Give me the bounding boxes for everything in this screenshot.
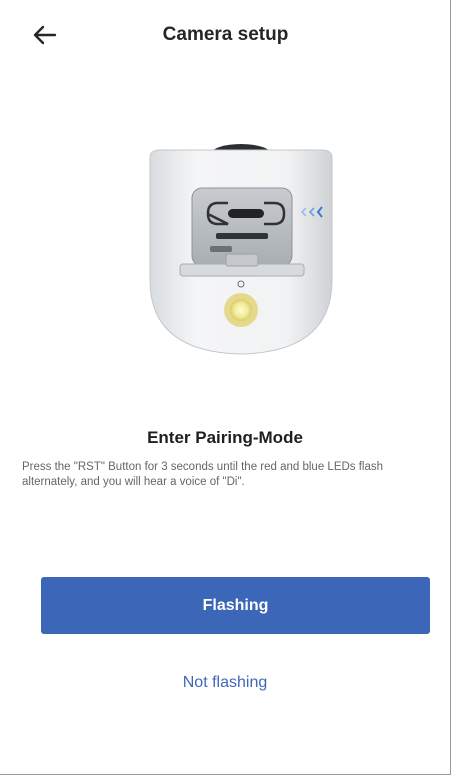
page-title: Camera setup xyxy=(162,24,289,45)
app-header: Camera setup xyxy=(0,0,451,70)
pairing-mode-heading: Enter Pairing-Mode xyxy=(147,428,303,447)
camera-device-illustration xyxy=(149,144,333,355)
not-flashing-link[interactable]: Not flashing xyxy=(0,674,450,692)
camera-setup-screen: Camera setup Enter Pairing-Mode Press th… xyxy=(0,0,451,775)
pairing-instructions: Press the "RST" Button for 3 seconds unt… xyxy=(22,461,384,488)
flashing-button[interactable]: Flashing xyxy=(41,577,430,634)
